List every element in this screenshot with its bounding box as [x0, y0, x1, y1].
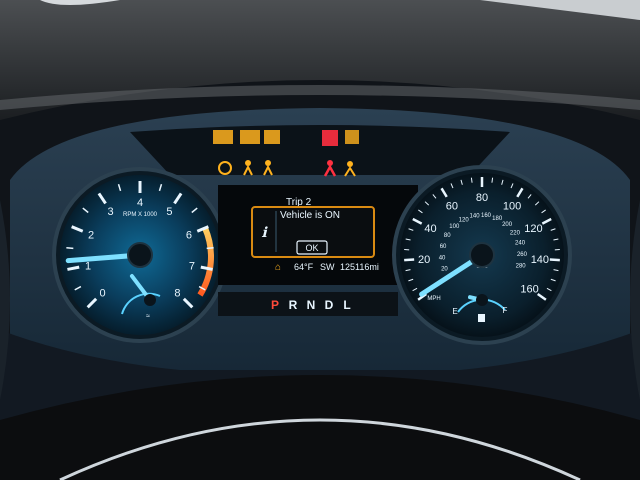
engine-temp-hub: [144, 294, 156, 306]
speed-tick: [404, 258, 415, 262]
engine-temp-icon: ≈: [146, 313, 150, 320]
odometer: 125116mi: [340, 262, 379, 272]
tach-tick: [66, 247, 74, 250]
mph-label: 120: [524, 223, 542, 235]
center-display: Trip 2 ℹ Vehicle is ON OK ⌂ 64°F SW 1251…: [218, 185, 418, 285]
amber-light-glow-4: [345, 130, 359, 144]
kmh-label: 280: [516, 263, 527, 269]
speed-tick: [491, 177, 494, 183]
amber-light-glow-1: [213, 130, 233, 144]
tachometer: 0 1 2 3 4 5 6 7 8 RPM X 1000 ≈: [52, 167, 228, 343]
message-text: Vehicle is ON: [280, 210, 340, 221]
speedometer: 20406080100120140160 20406080100120140 16…: [392, 165, 572, 345]
mph-label: 140: [531, 254, 549, 266]
red-light-glow-1: [322, 130, 338, 146]
fuel-pump-icon: [478, 314, 485, 322]
ok-button-label: OK: [305, 243, 318, 253]
kmh-label: 60: [440, 244, 447, 250]
compass-heading: SW: [320, 262, 335, 272]
tach-tick: [206, 247, 214, 250]
gear-d: D: [325, 298, 334, 312]
tach-label: 5: [166, 206, 172, 218]
mph-label: 100: [503, 200, 521, 212]
gear-p: P: [271, 298, 279, 312]
tach-label: 1: [85, 260, 91, 272]
gear-n: N: [307, 298, 316, 312]
kmh-label: 40: [439, 255, 446, 261]
kmh-label: 100: [449, 224, 460, 230]
kmh-label: 220: [510, 230, 521, 236]
kmh-label: 140: [470, 214, 481, 220]
tachometer-unit-label: RPM X 1000: [123, 212, 158, 218]
kmh-label: 260: [517, 252, 528, 258]
fuel-empty-label: E: [452, 307, 457, 316]
tach-label: 2: [88, 230, 94, 242]
fuel-hub: [476, 294, 488, 306]
mph-label: 60: [446, 200, 458, 212]
tach-label: 4: [137, 197, 143, 209]
kmh-label: 240: [515, 241, 526, 247]
speed-tick: [470, 177, 473, 183]
speed-tick: [549, 258, 560, 262]
mph-label: 20: [418, 254, 430, 266]
mph-label: 80: [476, 192, 488, 204]
tach-label: 8: [174, 287, 180, 299]
kmh-label: 120: [459, 217, 470, 223]
tach-label: 3: [107, 206, 113, 218]
tach-label: 6: [186, 230, 192, 242]
gear-indicator: PRNDL: [218, 292, 398, 316]
kmh-label: 160: [481, 213, 492, 219]
amber-light-glow-2: [240, 130, 260, 144]
kmh-label: 80: [444, 233, 451, 239]
ice-warning-icon: ⌂: [275, 262, 281, 273]
outside-temperature: 64°F: [294, 262, 314, 272]
tachometer-hub: [127, 242, 153, 268]
fuel-full-label: F: [503, 306, 508, 315]
kmh-label: 20: [441, 267, 448, 273]
kmh-label: 200: [502, 222, 513, 228]
warning-light-panel: [130, 125, 510, 175]
mph-label: 40: [424, 223, 436, 235]
speedometer-hub: [469, 242, 495, 268]
mph-unit-label: MPH: [427, 296, 440, 302]
amber-light-glow-3: [264, 130, 280, 144]
gear-r: R: [289, 298, 298, 312]
tach-label: 7: [189, 260, 195, 272]
gear-l: L: [343, 298, 350, 312]
mph-label: 160: [520, 283, 538, 295]
tach-label: 0: [99, 287, 105, 299]
